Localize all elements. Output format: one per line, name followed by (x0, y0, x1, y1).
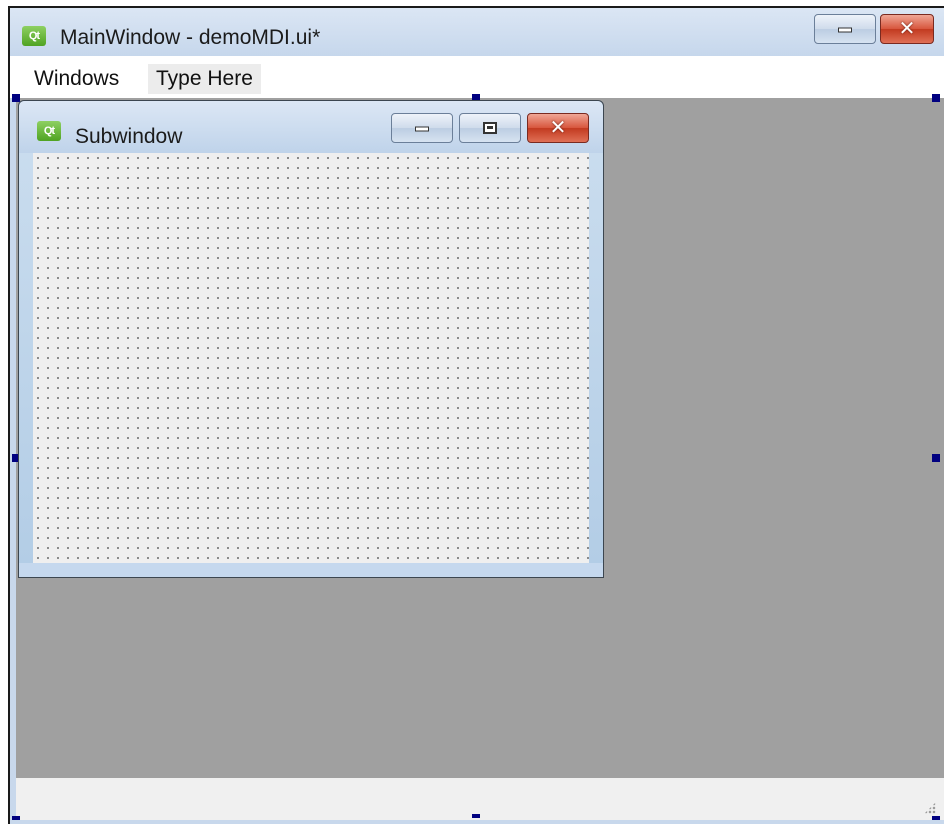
selection-handle[interactable] (12, 816, 20, 820)
qt-logo-icon: Qt (22, 26, 46, 46)
selection-handle[interactable] (932, 94, 940, 102)
minimize-button[interactable] (814, 14, 876, 44)
main-window: Qt MainWindow - demoMDI.ui* ✕ Windows Ty… (8, 6, 944, 824)
window-title: MainWindow - demoMDI.ui* (60, 26, 321, 49)
subwindow[interactable]: Qt Subwindow ✕ (18, 100, 604, 578)
qt-logo-icon: Qt (37, 121, 61, 141)
selection-handle[interactable] (932, 816, 940, 820)
minimize-icon (838, 27, 852, 33)
subwindow-close-button[interactable]: ✕ (527, 113, 589, 143)
close-icon: ✕ (898, 18, 916, 40)
minimize-icon (415, 126, 429, 132)
selection-handle[interactable] (472, 814, 480, 818)
subwindow-right-border (589, 153, 603, 563)
menubar: Windows Type Here (10, 56, 944, 98)
maximize-icon (483, 122, 497, 134)
menu-type-here[interactable]: Type Here (148, 64, 261, 94)
subwindow-maximize-button[interactable] (459, 113, 521, 143)
subwindow-left-border (19, 153, 33, 563)
status-bar (16, 778, 944, 820)
close-icon: ✕ (549, 117, 567, 139)
size-grip-icon[interactable] (924, 802, 936, 814)
close-button[interactable]: ✕ (880, 14, 934, 44)
subwindow-titlebar[interactable]: Qt Subwindow ✕ (19, 101, 603, 153)
subwindow-minimize-button[interactable] (391, 113, 453, 143)
selection-handle[interactable] (932, 454, 940, 462)
subwindow-design-canvas[interactable] (33, 153, 589, 563)
menu-windows[interactable]: Windows (26, 64, 127, 94)
main-titlebar[interactable]: Qt MainWindow - demoMDI.ui* ✕ (10, 8, 944, 56)
subwindow-title: Subwindow (75, 125, 183, 148)
